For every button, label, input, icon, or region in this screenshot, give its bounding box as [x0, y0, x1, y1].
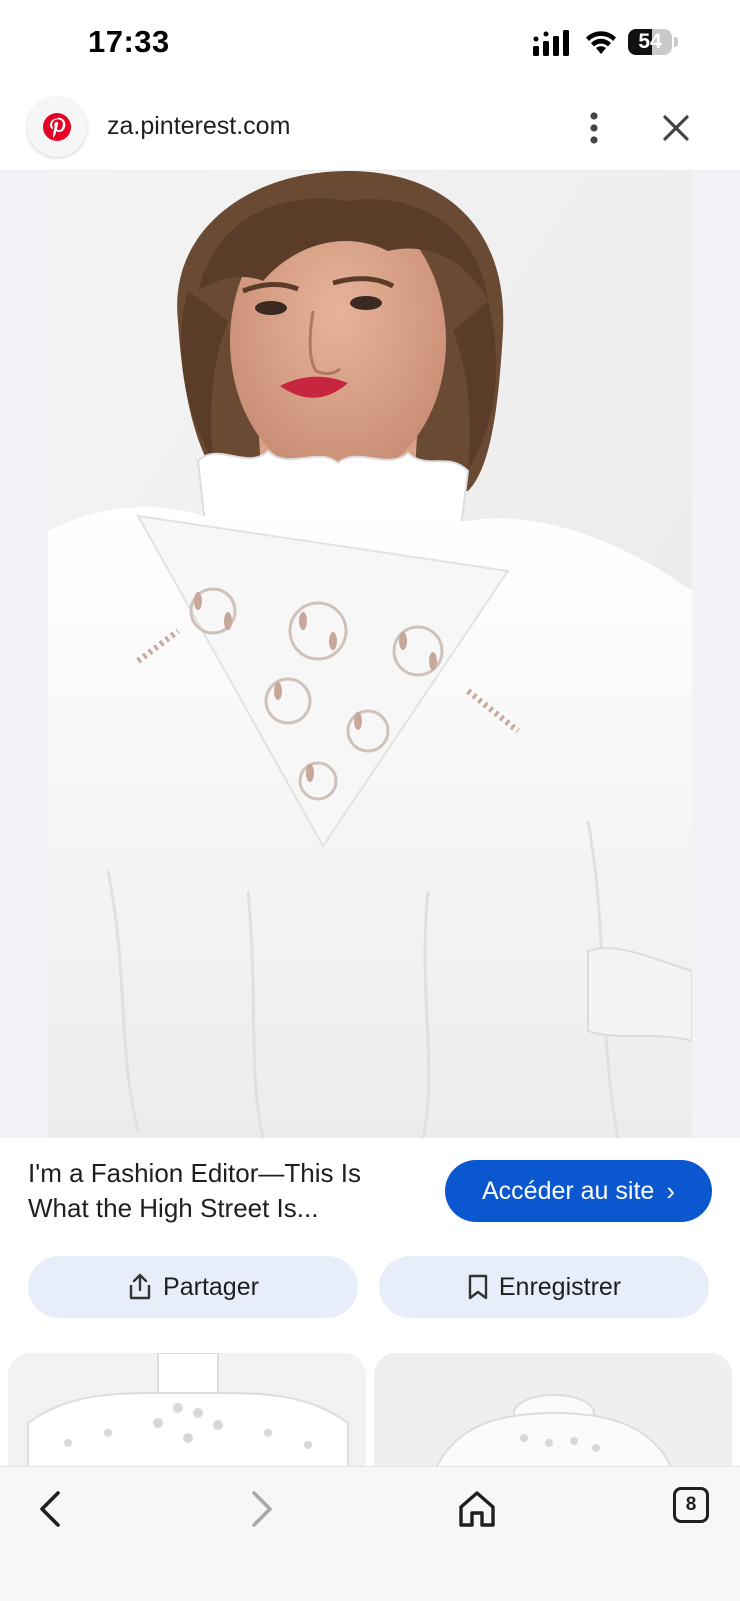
pin-title[interactable]: I'm a Fashion Editor—This Is What the Hi…	[28, 1156, 428, 1226]
status-bar: 17:33 54	[0, 0, 740, 86]
pinterest-logo-icon	[43, 113, 71, 141]
battery-level: 54	[638, 30, 662, 53]
tab-switcher-button[interactable]: 8	[673, 1487, 709, 1523]
back-arrow-icon[interactable]	[30, 1487, 70, 1531]
bookmark-icon	[468, 1274, 488, 1300]
white-blouse-thumbnail	[8, 1353, 366, 1473]
battery-icon: 54	[628, 29, 678, 57]
related-thumbnail[interactable]	[374, 1353, 732, 1473]
share-label: Partager	[163, 1272, 259, 1301]
white-top-thumbnail	[374, 1353, 732, 1473]
visit-site-label: Accéder au site	[482, 1176, 655, 1205]
more-vert-icon[interactable]	[580, 108, 608, 148]
status-time: 17:33	[88, 24, 170, 59]
cellular-signal-icon	[533, 30, 569, 56]
forward-arrow-icon[interactable]	[242, 1487, 282, 1531]
wifi-icon	[586, 31, 616, 54]
site-favicon[interactable]	[27, 97, 87, 157]
model-blouse-illustration	[48, 171, 692, 1138]
chevron-right-icon: ›	[666, 1175, 675, 1206]
save-label: Enregistrer	[498, 1272, 622, 1301]
url-text[interactable]: za.pinterest.com	[107, 112, 290, 141]
share-button[interactable]: Partager	[28, 1256, 358, 1318]
close-icon[interactable]	[658, 110, 694, 146]
save-button[interactable]: Enregistrer	[379, 1256, 709, 1318]
bottom-navigation: 8	[0, 1466, 740, 1601]
browser-url-bar: za.pinterest.com	[0, 86, 740, 171]
visit-site-button[interactable]: Accéder au site ›	[445, 1160, 712, 1222]
home-icon[interactable]	[456, 1487, 498, 1531]
related-thumbnail[interactable]	[8, 1353, 366, 1473]
share-icon	[129, 1273, 151, 1300]
hero-image[interactable]	[48, 171, 692, 1138]
